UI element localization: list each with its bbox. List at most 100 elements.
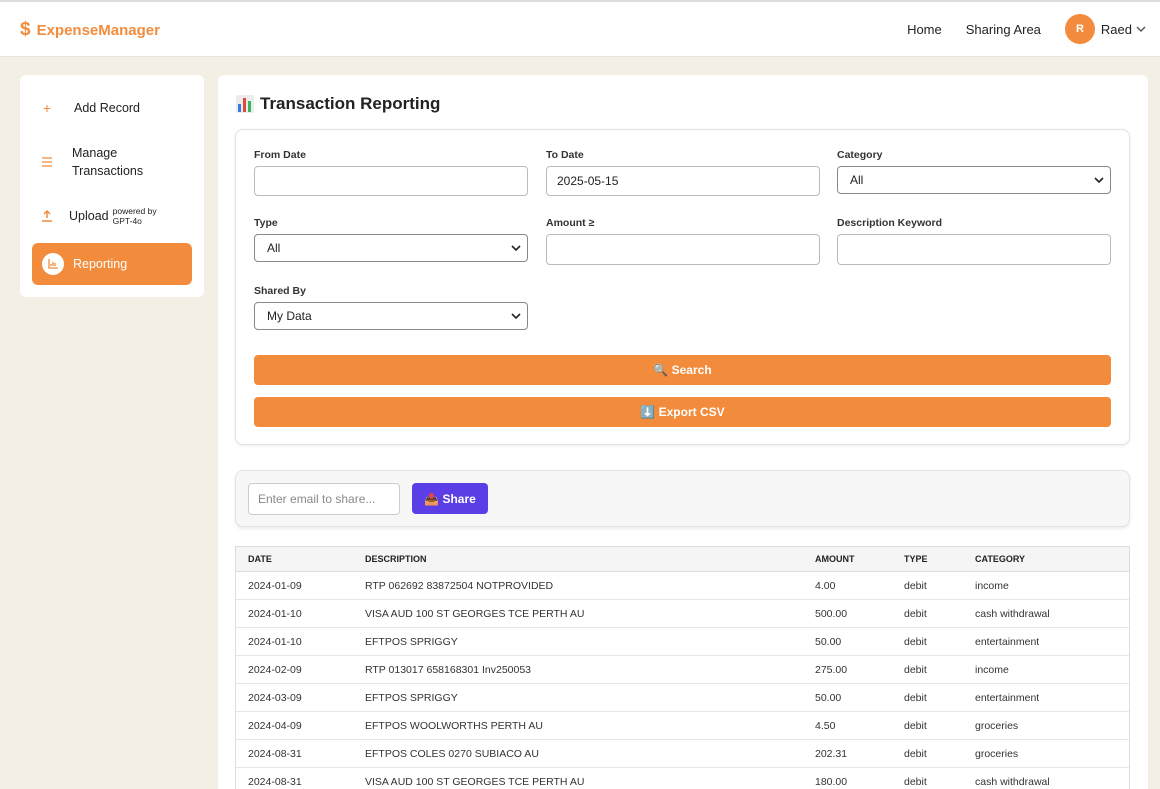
table-row: 2024-01-09 RTP 062692 83872504 NOTPROVID…	[236, 572, 1129, 600]
chart-icon	[38, 253, 68, 275]
cell-category: entertainment	[975, 691, 1040, 704]
cell-date: 2024-04-09	[248, 719, 302, 732]
cell-description: VISA AUD 100 ST GEORGES TCE PERTH AU	[365, 775, 585, 788]
cell-amount: 50.00	[815, 691, 842, 704]
table-row: 2024-02-09 RTP 013017 658168301 Inv25005…	[236, 656, 1129, 684]
table-row: 2024-01-10 EFTPOS SPRIGGY 50.00 debit en…	[236, 628, 1129, 656]
cell-description: EFTPOS SPRIGGY	[365, 691, 458, 704]
cell-amount: 4.50	[815, 719, 836, 732]
cell-date: 2024-08-31	[248, 747, 302, 760]
to-date-label: To Date	[546, 149, 584, 161]
cell-type: debit	[904, 719, 927, 732]
share-button[interactable]: 📤 Share	[412, 483, 488, 514]
cell-category: income	[975, 663, 1009, 676]
keyword-label: Description Keyword	[837, 217, 943, 229]
export-csv-button[interactable]: ⬇️ Export CSV	[254, 397, 1111, 427]
cell-date: 2024-08-31	[248, 775, 302, 788]
shared-by-value: My Data	[267, 309, 312, 323]
category-select[interactable]: All	[837, 166, 1111, 194]
sidebar-item-upload[interactable]: Upload powered by GPT-4o	[32, 203, 192, 229]
transactions-table: DATE DESCRIPTION AMOUNT TYPE CATEGORY 20…	[235, 546, 1130, 789]
table-header: DATE DESCRIPTION AMOUNT TYPE CATEGORY	[236, 547, 1129, 572]
shared-by-label: Shared By	[254, 285, 306, 297]
column-header-category[interactable]: CATEGORY	[975, 547, 1025, 571]
type-select[interactable]: All	[254, 234, 528, 262]
cell-category: entertainment	[975, 635, 1040, 648]
chevron-down-icon	[511, 245, 521, 252]
dollar-icon: $	[20, 19, 31, 40]
type-value: All	[267, 241, 281, 255]
brand-logo[interactable]: $ ExpenseManager	[20, 19, 160, 41]
sidebar-item-reporting[interactable]: Reporting	[32, 243, 192, 285]
cell-amount: 500.00	[815, 607, 848, 620]
table-row: 2024-08-31 EFTPOS COLES 0270 SUBIACO AU …	[236, 740, 1129, 768]
table-row: 2024-04-09 EFTPOS WOOLWORTHS PERTH AU 4.…	[236, 712, 1129, 740]
cell-amount: 202.31	[815, 747, 848, 760]
page-title-text: Transaction Reporting	[260, 94, 441, 113]
from-date-label: From Date	[254, 149, 306, 161]
cell-description: EFTPOS COLES 0270 SUBIACO AU	[365, 747, 539, 760]
bar-chart-icon	[236, 95, 254, 113]
cell-amount: 50.00	[815, 635, 842, 648]
table-row: 2024-08-31 VISA AUD 100 ST GEORGES TCE P…	[236, 768, 1129, 789]
cell-date: 2024-02-09	[248, 663, 302, 676]
sidebar-item-label: Upload	[69, 209, 109, 223]
table-row: 2024-03-09 EFTPOS SPRIGGY 50.00 debit en…	[236, 684, 1129, 712]
cell-date: 2024-01-10	[248, 607, 302, 620]
cell-amount: 4.00	[815, 579, 836, 592]
cell-category: groceries	[975, 719, 1019, 732]
amount-label: Amount ≥	[546, 217, 595, 229]
cell-type: debit	[904, 775, 927, 788]
list-icon	[32, 157, 62, 167]
powered-by-note: powered by GPT-4o	[112, 206, 157, 226]
cell-category: income	[975, 579, 1009, 592]
column-header-description[interactable]: DESCRIPTION	[365, 547, 427, 571]
cell-date: 2024-01-09	[248, 579, 302, 592]
filter-form: From Date To Date 2025-05-15 Category Al…	[235, 129, 1130, 445]
cell-amount: 275.00	[815, 663, 848, 676]
nav-home-link[interactable]: Home	[907, 22, 942, 37]
cell-date: 2024-03-09	[248, 691, 302, 704]
plus-icon: +	[42, 100, 52, 116]
shared-by-select[interactable]: My Data	[254, 302, 528, 330]
column-header-date[interactable]: DATE	[248, 547, 272, 571]
cell-category: cash withdrawal	[975, 775, 1050, 788]
cell-description: RTP 062692 83872504 NOTPROVIDED	[365, 579, 554, 592]
cell-type: debit	[904, 691, 927, 704]
keyword-input[interactable]	[837, 234, 1111, 265]
cell-description: EFTPOS SPRIGGY	[365, 635, 458, 648]
search-button[interactable]: 🔍 Search	[254, 355, 1111, 385]
upload-icon	[32, 210, 62, 222]
column-header-type[interactable]: TYPE	[904, 547, 928, 571]
cell-category: groceries	[975, 747, 1019, 760]
sidebar-item-add-record[interactable]: + Add Record	[32, 97, 192, 119]
nav-sharing-link[interactable]: Sharing Area	[966, 22, 1041, 37]
sidebar-item-label: Manage Transactions	[72, 146, 144, 178]
cell-type: debit	[904, 747, 927, 760]
sidebar-item-manage-transactions[interactable]: Manage Transactions	[32, 144, 192, 180]
sidebar-item-label: Reporting	[73, 257, 128, 271]
category-value: All	[850, 173, 864, 187]
chevron-down-icon	[1094, 177, 1104, 184]
cell-description: EFTPOS WOOLWORTHS PERTH AU	[365, 719, 543, 732]
brand-name: ExpenseManager	[36, 21, 160, 39]
amount-input[interactable]	[546, 234, 820, 265]
chevron-down-icon	[511, 313, 521, 320]
category-label: Category	[837, 149, 883, 161]
sidebar-item-label: Add Record	[74, 101, 141, 115]
cell-amount: 180.00	[815, 775, 848, 788]
nav-links: Home Sharing Area R Raed	[907, 14, 1146, 44]
avatar[interactable]: R	[1064, 14, 1095, 44]
cell-type: debit	[904, 607, 927, 620]
share-panel: Enter email to share... 📤 Share	[235, 470, 1130, 527]
cell-type: debit	[904, 635, 927, 648]
cell-description: VISA AUD 100 ST GEORGES TCE PERTH AU	[365, 607, 585, 620]
chevron-down-icon[interactable]	[1136, 24, 1146, 34]
cell-description: RTP 013017 658168301 Inv250053	[365, 663, 532, 676]
cell-type: debit	[904, 663, 927, 676]
share-email-input[interactable]: Enter email to share...	[248, 483, 400, 515]
from-date-input[interactable]	[254, 166, 528, 196]
user-name[interactable]: Raed	[1101, 22, 1132, 37]
column-header-amount[interactable]: AMOUNT	[815, 547, 855, 571]
to-date-input[interactable]: 2025-05-15	[546, 166, 820, 196]
